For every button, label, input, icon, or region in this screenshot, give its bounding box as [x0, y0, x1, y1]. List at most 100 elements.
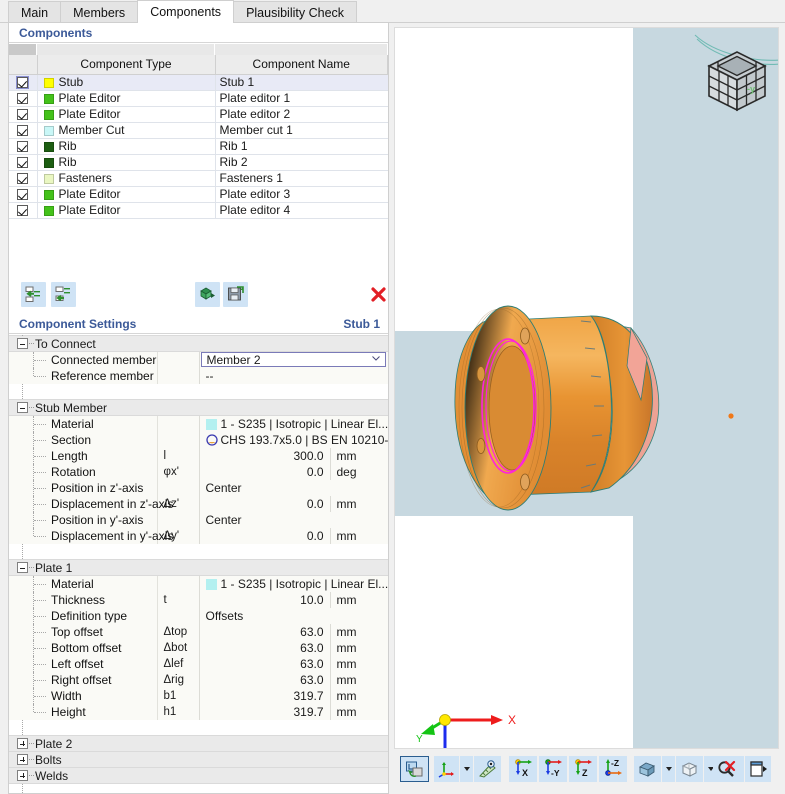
settings-group-label-cell[interactable]: To Connect — [9, 335, 388, 352]
checkbox-icon[interactable] — [17, 77, 29, 89]
column-header-component-type[interactable]: Component Type — [36, 55, 216, 75]
table-row[interactable]: Rib Rib 1 — [9, 138, 388, 155]
save-component-button[interactable] — [223, 282, 248, 307]
settings-row-value-cell[interactable]: Offsets — [199, 607, 388, 624]
settings-row-value[interactable]: 0.0 — [199, 527, 331, 544]
settings-row-value-cell[interactable]: -- — [199, 367, 388, 384]
checkbox-icon[interactable] — [17, 189, 29, 201]
settings-group-label-cell[interactable]: Welds — [9, 767, 388, 784]
settings-row[interactable]: Length l 300.0 mm — [9, 447, 388, 464]
settings-group-label-cell[interactable]: Plate 1 — [9, 559, 388, 576]
settings-row[interactable]: Rotation φx' 0.0 deg — [9, 463, 388, 480]
row-checkbox-cell[interactable] — [9, 154, 38, 171]
row-checkbox-cell[interactable] — [9, 106, 38, 123]
settings-row[interactable]: Thickness t 10.0 mm — [9, 591, 388, 608]
settings-group-header[interactable]: Welds — [9, 767, 388, 784]
settings-row-value-cell[interactable]: 1 - S235 | Isotropic | Linear El... — [199, 415, 388, 432]
settings-row[interactable]: Top offset Δtop 63.0 mm — [9, 623, 388, 640]
tab-components[interactable]: Components — [137, 0, 235, 23]
settings-row-value[interactable]: 63.0 — [199, 655, 331, 672]
settings-row-value[interactable]: 319.7 — [199, 687, 331, 704]
settings-row-value-cell[interactable]: CHS 193.7x5.0 | BS EN 10210-... — [199, 431, 388, 448]
row-checkbox-cell[interactable] — [9, 186, 38, 203]
settings-row-value-cell[interactable]: Center — [199, 479, 388, 496]
row-checkbox-cell[interactable] — [9, 74, 38, 91]
settings-row[interactable]: Displacement in y'-axisΔy'0.0mm — [9, 527, 388, 544]
expand-icon[interactable] — [17, 738, 28, 749]
settings-row-value[interactable]: 10.0 — [199, 591, 331, 608]
view-in-z-button[interactable]: Z — [569, 756, 597, 782]
settings-group-header[interactable]: To Connect — [9, 335, 388, 352]
column-header-component-name[interactable]: Component Name — [214, 55, 388, 75]
settings-row[interactable]: Height h1 319.7 mm — [9, 703, 388, 720]
settings-row-value-cell[interactable]: Center — [199, 511, 388, 528]
settings-row-value[interactable]: 0.0 — [199, 495, 331, 512]
checkbox-icon[interactable] — [17, 157, 29, 169]
settings-row[interactable]: Width b1 319.7 mm — [9, 687, 388, 704]
table-row[interactable]: Plate Editor Plate editor 1 — [9, 90, 388, 107]
row-checkbox-cell[interactable] — [9, 122, 38, 139]
insert-component-after-button[interactable] — [51, 282, 76, 307]
panel-toggle-button[interactable] — [745, 756, 771, 782]
tab-main[interactable]: Main — [8, 1, 62, 23]
collapse-icon[interactable] — [17, 562, 28, 573]
view-in-x-button[interactable]: X — [509, 756, 537, 782]
measure-button[interactable] — [474, 756, 501, 782]
tab-members[interactable]: Members — [60, 1, 139, 23]
3d-viewport[interactable]: -y X Z Y — [394, 27, 779, 749]
settings-row-value-cell[interactable]: 1 - S235 | Isotropic | Linear El... — [199, 575, 388, 592]
settings-row[interactable]: Definition type Offsets — [9, 607, 388, 624]
expand-icon[interactable] — [17, 754, 28, 765]
settings-row-value[interactable]: 63.0 — [199, 671, 331, 688]
collapse-icon[interactable] — [17, 338, 28, 349]
connected-member-dropdown[interactable]: Member 2 — [200, 352, 387, 368]
settings-group-header[interactable]: Bolts — [9, 751, 388, 768]
settings-row[interactable]: Reference member -- — [9, 367, 388, 384]
view-in-neg-z-button[interactable]: -Z — [599, 756, 627, 782]
settings-row[interactable]: Material 1 - S235 | Isotropic | Linear El… — [9, 415, 388, 432]
tab-plausibility-check[interactable]: Plausibility Check — [233, 1, 358, 23]
table-row[interactable]: Plate Editor Plate editor 2 — [9, 106, 388, 123]
settings-group-label-cell[interactable]: Bolts — [9, 751, 388, 768]
checkbox-icon[interactable] — [17, 93, 29, 105]
settings-row[interactable]: Material 1 - S235 | Isotropic | Linear El… — [9, 575, 388, 592]
settings-group-header[interactable]: Plate 1 — [9, 559, 388, 576]
settings-row[interactable]: Section CHS 193.7x5.0 | BS EN 10210-... — [9, 431, 388, 448]
settings-row[interactable]: Position in z'-axis Center — [9, 479, 388, 496]
settings-row-value[interactable]: 319.7 — [199, 703, 331, 720]
row-checkbox-cell[interactable] — [9, 138, 38, 155]
table-row[interactable]: Plate Editor Plate editor 4 — [9, 202, 388, 219]
table-row[interactable]: Plate Editor Plate editor 3 — [9, 186, 388, 203]
settings-row[interactable]: Position in y'-axis Center — [9, 511, 388, 528]
settings-group-label-cell[interactable]: Plate 2 — [9, 735, 388, 752]
table-row[interactable]: Rib Rib 2 — [9, 154, 388, 171]
coordinate-system-dropdown[interactable] — [460, 756, 473, 782]
settings-row-value[interactable]: 0.0 — [199, 463, 331, 480]
table-row[interactable]: Fasteners Fasteners 1 — [9, 170, 388, 187]
settings-group-header[interactable]: Plate 2 — [9, 735, 388, 752]
render-mode-dropdown[interactable] — [662, 756, 675, 782]
row-checkbox-cell[interactable] — [9, 202, 38, 219]
checkbox-icon[interactable] — [17, 173, 29, 185]
settings-row[interactable]: Connected member Member 2 — [9, 351, 388, 368]
rotate-view-button[interactable] — [400, 756, 429, 782]
settings-group-label-cell[interactable]: Stub Member — [9, 399, 388, 416]
zoom-reset-button[interactable] — [713, 756, 739, 782]
table-row[interactable]: Stub Stub 1 — [9, 74, 388, 91]
settings-row[interactable]: Displacement in z'-axisΔz'0.0mm — [9, 495, 388, 512]
checkbox-icon[interactable] — [17, 109, 29, 121]
collapse-icon[interactable] — [17, 402, 28, 413]
row-checkbox-cell[interactable] — [9, 170, 38, 187]
column-header-checkbox[interactable] — [9, 55, 38, 75]
settings-row-value-cell[interactable]: Member 2 — [199, 351, 388, 368]
settings-group-header[interactable]: Stub Member — [9, 399, 388, 416]
settings-row[interactable]: Left offset Δlef 63.0 mm — [9, 655, 388, 672]
row-checkbox-cell[interactable] — [9, 90, 38, 107]
view-in-neg-y-button[interactable]: -Y — [539, 756, 567, 782]
table-row[interactable]: Member Cut Member cut 1 — [9, 122, 388, 139]
insert-component-before-button[interactable] — [21, 282, 46, 307]
copy-component-button[interactable] — [195, 282, 220, 307]
settings-row[interactable]: Bottom offset Δbot 63.0 mm — [9, 639, 388, 656]
checkbox-icon[interactable] — [17, 125, 29, 137]
checkbox-icon[interactable] — [17, 205, 29, 217]
